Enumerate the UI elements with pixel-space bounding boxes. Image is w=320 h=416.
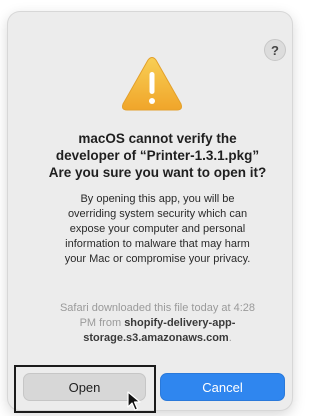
- help-button[interactable]: ?: [264, 39, 286, 61]
- source-prefix: PM from: [79, 317, 125, 329]
- warning-triangle-icon: [122, 57, 182, 111]
- title-line: macOS cannot verify the: [78, 131, 237, 146]
- screen: ? macOS cannot verify the developer of “…: [0, 0, 299, 416]
- message-line: overriding system security which can: [67, 208, 248, 220]
- message-line: expose your computer and personal: [69, 223, 246, 235]
- open-button-label: Open: [68, 379, 101, 395]
- mouse-pointer-icon: [127, 391, 141, 411]
- message-line: information to malware that may harm: [65, 238, 250, 250]
- security-dialog: ? macOS cannot verify the developer of “…: [8, 12, 292, 410]
- dialog-title: macOS cannot verify the developer of “Pr…: [28, 130, 287, 181]
- title-line: Are you sure you want to open it?: [48, 165, 267, 180]
- source-line: PM from shopify-delivery-app-: [30, 316, 285, 331]
- cancel-button-label: Cancel: [202, 379, 243, 395]
- title-line: developer of “Printer-1.3.1.pkg”: [55, 148, 260, 163]
- source-suffix: .: [228, 332, 232, 344]
- cancel-button[interactable]: Cancel: [160, 373, 285, 401]
- source-line: Safari downloaded this file today at 4:2…: [59, 302, 256, 314]
- dialog-message: By opening this app, you will be overrid…: [30, 192, 285, 267]
- help-label: ?: [271, 42, 279, 58]
- source-host: storage.s3.amazonaws.com: [83, 332, 229, 344]
- message-line: your Mac or compromise your privacy.: [64, 253, 251, 265]
- download-source-info: Safari downloaded this file today at 4:2…: [30, 301, 285, 346]
- message-line: By opening this app, you will be: [80, 193, 235, 205]
- source-line: storage.s3.amazonaws.com.: [30, 331, 285, 346]
- source-host: shopify-delivery-app-: [124, 317, 236, 329]
